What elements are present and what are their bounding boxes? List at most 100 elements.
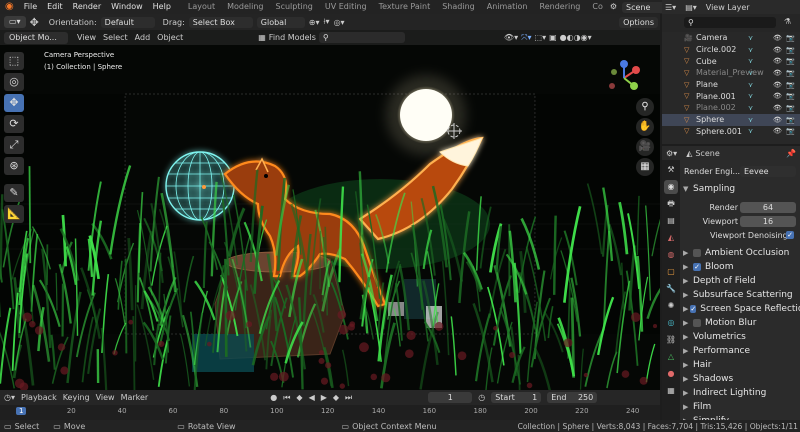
pivot-icon[interactable]: ⊕▾ xyxy=(309,18,320,27)
pin-icon[interactable]: 📌 xyxy=(786,149,796,158)
find-models-search[interactable]: ⚲ xyxy=(318,32,405,43)
visibility-eye-icon[interactable]: 👁 xyxy=(773,34,782,42)
menu-select[interactable]: Select xyxy=(103,33,128,42)
section-enable-checkbox[interactable]: ✓ xyxy=(690,305,697,313)
outliner-row[interactable]: ▽ Plane.001 ⋎ 👁 📷 xyxy=(662,90,800,102)
viewport-samples-field[interactable]: 16 xyxy=(740,215,796,227)
scene-icon[interactable]: ⚙ xyxy=(605,0,622,14)
drag-select[interactable]: Select Box xyxy=(188,16,253,28)
render-section-header[interactable]: ▶ Indirect Lighting xyxy=(680,386,800,400)
tool-tab-icon[interactable]: ⚒ xyxy=(664,163,678,177)
record-icon[interactable]: ● xyxy=(270,393,277,402)
render-camera-icon[interactable]: 📷 xyxy=(786,104,795,112)
menu-add[interactable]: Add xyxy=(135,33,151,42)
section-enable-checkbox[interactable]: ✓ xyxy=(693,263,701,271)
outliner-row[interactable]: ▽ Circle.002 ⋎ 👁 📷 xyxy=(662,44,800,56)
transform-icon[interactable]: ⊛ xyxy=(4,157,24,175)
jump-start-icon[interactable]: ⏮ xyxy=(283,393,290,403)
particles-tab-icon[interactable]: ✺ xyxy=(664,299,678,313)
end-frame-field[interactable]: End 250 xyxy=(547,392,598,403)
render-section-header[interactable]: ▶ Depth of Field xyxy=(680,274,800,288)
prev-key-icon[interactable]: ◆ xyxy=(296,393,302,402)
outliner-row[interactable]: ▽ Plane ⋎ 👁 📷 xyxy=(662,79,800,91)
timeline-ruler[interactable]: 1 20 40 60 80 100 120 140 160 180 200 220 240 xyxy=(0,405,660,420)
object-tab-icon[interactable]: ▢ xyxy=(664,265,678,279)
render-camera-icon[interactable]: 📷 xyxy=(786,81,795,89)
tab-sculpting[interactable]: Sculpting xyxy=(270,0,319,14)
outliner-row[interactable]: 🎥 Camera ⋎ 👁 📷 xyxy=(662,32,800,44)
measure-icon[interactable]: 📐 xyxy=(4,205,24,223)
menu-window[interactable]: Window xyxy=(106,0,148,14)
pan-hand-icon[interactable]: ✋ xyxy=(636,118,654,136)
outliner-editor-icon[interactable]: ☰▾ xyxy=(665,3,676,12)
render-camera-icon[interactable]: 📷 xyxy=(786,127,795,135)
current-frame-field[interactable]: 1 xyxy=(428,392,473,403)
render-section-header[interactable]: ▶ ✓ Screen Space Reflectio xyxy=(680,302,800,316)
modifier-tab-icon[interactable]: 🔧 xyxy=(664,282,678,296)
render-camera-icon[interactable]: 📷 xyxy=(786,34,795,42)
gizmo-icon[interactable]: ⤧▾ xyxy=(521,33,531,43)
marker-menu[interactable]: Marker xyxy=(121,393,149,402)
render-camera-icon[interactable]: 📷 xyxy=(786,46,795,54)
next-key-icon[interactable]: ◆ xyxy=(333,393,339,402)
snap-icon[interactable]: ⟊▾ xyxy=(324,17,330,27)
render-camera-icon[interactable]: 📷 xyxy=(786,57,795,65)
jump-end-icon[interactable]: ⏭ xyxy=(345,393,352,403)
tab-compositing[interactable]: Co xyxy=(586,0,604,14)
play-icon[interactable]: ▶ xyxy=(321,393,327,402)
texture-tab-icon[interactable]: ▦ xyxy=(664,384,678,398)
proportional-edit-icon[interactable]: ◎▾ xyxy=(334,18,345,27)
perspective-grid-icon[interactable]: ▦ xyxy=(636,158,654,176)
properties-editor-icon[interactable]: ⚙▾ xyxy=(666,149,677,158)
timeline-editor-icon[interactable]: ◷▾ xyxy=(4,393,15,402)
move-cursor-icon[interactable]: ✥ xyxy=(30,16,39,29)
render-section-header[interactable]: ▶ Performance xyxy=(680,344,800,358)
transform-orientation-select[interactable]: Global xyxy=(256,16,305,28)
scene-tab-icon[interactable]: ◭ xyxy=(664,231,678,245)
outliner-row[interactable]: ▽ Cube ⋎ 👁 📷 xyxy=(662,55,800,67)
material-tab-icon[interactable]: ● xyxy=(664,367,678,381)
keying-menu[interactable]: Keying xyxy=(63,393,90,402)
menu-help[interactable]: Help xyxy=(148,0,176,14)
render-section-header[interactable]: ▶ Subsurface Scattering xyxy=(680,288,800,302)
select-box-icon[interactable]: ⬚ xyxy=(4,52,24,70)
visibility-eye-icon[interactable]: 👁 xyxy=(773,57,782,65)
playback-menu[interactable]: Playback xyxy=(21,393,57,402)
blender-logo-icon[interactable]: ◉ xyxy=(0,0,19,14)
render-camera-icon[interactable]: 📷 xyxy=(786,116,795,124)
menu-view[interactable]: View xyxy=(77,33,96,42)
move-icon[interactable]: ✥ xyxy=(4,94,24,112)
section-enable-checkbox[interactable] xyxy=(693,249,701,257)
render-section-header[interactable]: ▶ Film xyxy=(680,400,800,414)
orientation-select[interactable]: Default xyxy=(100,16,155,28)
tool-settings-icon[interactable]: ▭▾ xyxy=(4,16,26,28)
tab-layout[interactable]: Layout xyxy=(182,0,221,14)
visibility-eye-icon[interactable]: 👁 xyxy=(773,127,782,135)
visibility-eye-icon[interactable]: 👁 xyxy=(773,104,782,112)
render-section-header[interactable]: ▶ Motion Blur xyxy=(680,316,800,330)
outliner-search-input[interactable]: ⚲ xyxy=(684,17,776,28)
view-object-types-icon[interactable]: 👁▾ xyxy=(504,33,518,42)
options-button[interactable]: Options xyxy=(619,16,658,28)
camera-view-icon[interactable]: 🎥 xyxy=(636,138,654,156)
filter-icon[interactable]: ⚗ xyxy=(784,17,791,26)
view-layer-mode-icon[interactable]: ▤▾ xyxy=(685,3,697,12)
render-section-header[interactable]: ▶ Volumetrics xyxy=(680,330,800,344)
viewport-denoising-checkbox[interactable]: ✓ xyxy=(786,231,794,239)
scale-icon[interactable]: ⤢ xyxy=(4,136,24,154)
annotate-icon[interactable]: ✎ xyxy=(4,184,24,202)
world-tab-icon[interactable]: ◍ xyxy=(664,248,678,262)
zoom-icon[interactable]: ⚲ xyxy=(636,98,654,116)
render-engine-select[interactable]: Eevee xyxy=(740,165,796,177)
sampling-panel-header[interactable]: ▼ Sampling xyxy=(680,182,800,196)
play-reverse-icon[interactable]: ◀ xyxy=(309,393,315,402)
visibility-eye-icon[interactable]: 👁 xyxy=(773,69,782,77)
overlays-icon[interactable]: ⬚▾ xyxy=(535,33,547,42)
render-camera-icon[interactable]: 📷 xyxy=(786,92,795,100)
physics-tab-icon[interactable]: ◎ xyxy=(664,316,678,330)
view-layer-tab-icon[interactable]: ▤ xyxy=(664,214,678,228)
outliner-row[interactable]: ▽ Material_Preview ⋎ 👁 📷 xyxy=(662,67,800,79)
render-section-header[interactable]: ▶ ✓ Bloom xyxy=(680,260,800,274)
tab-animation[interactable]: Animation xyxy=(481,0,534,14)
menu-object[interactable]: Object xyxy=(157,33,183,42)
